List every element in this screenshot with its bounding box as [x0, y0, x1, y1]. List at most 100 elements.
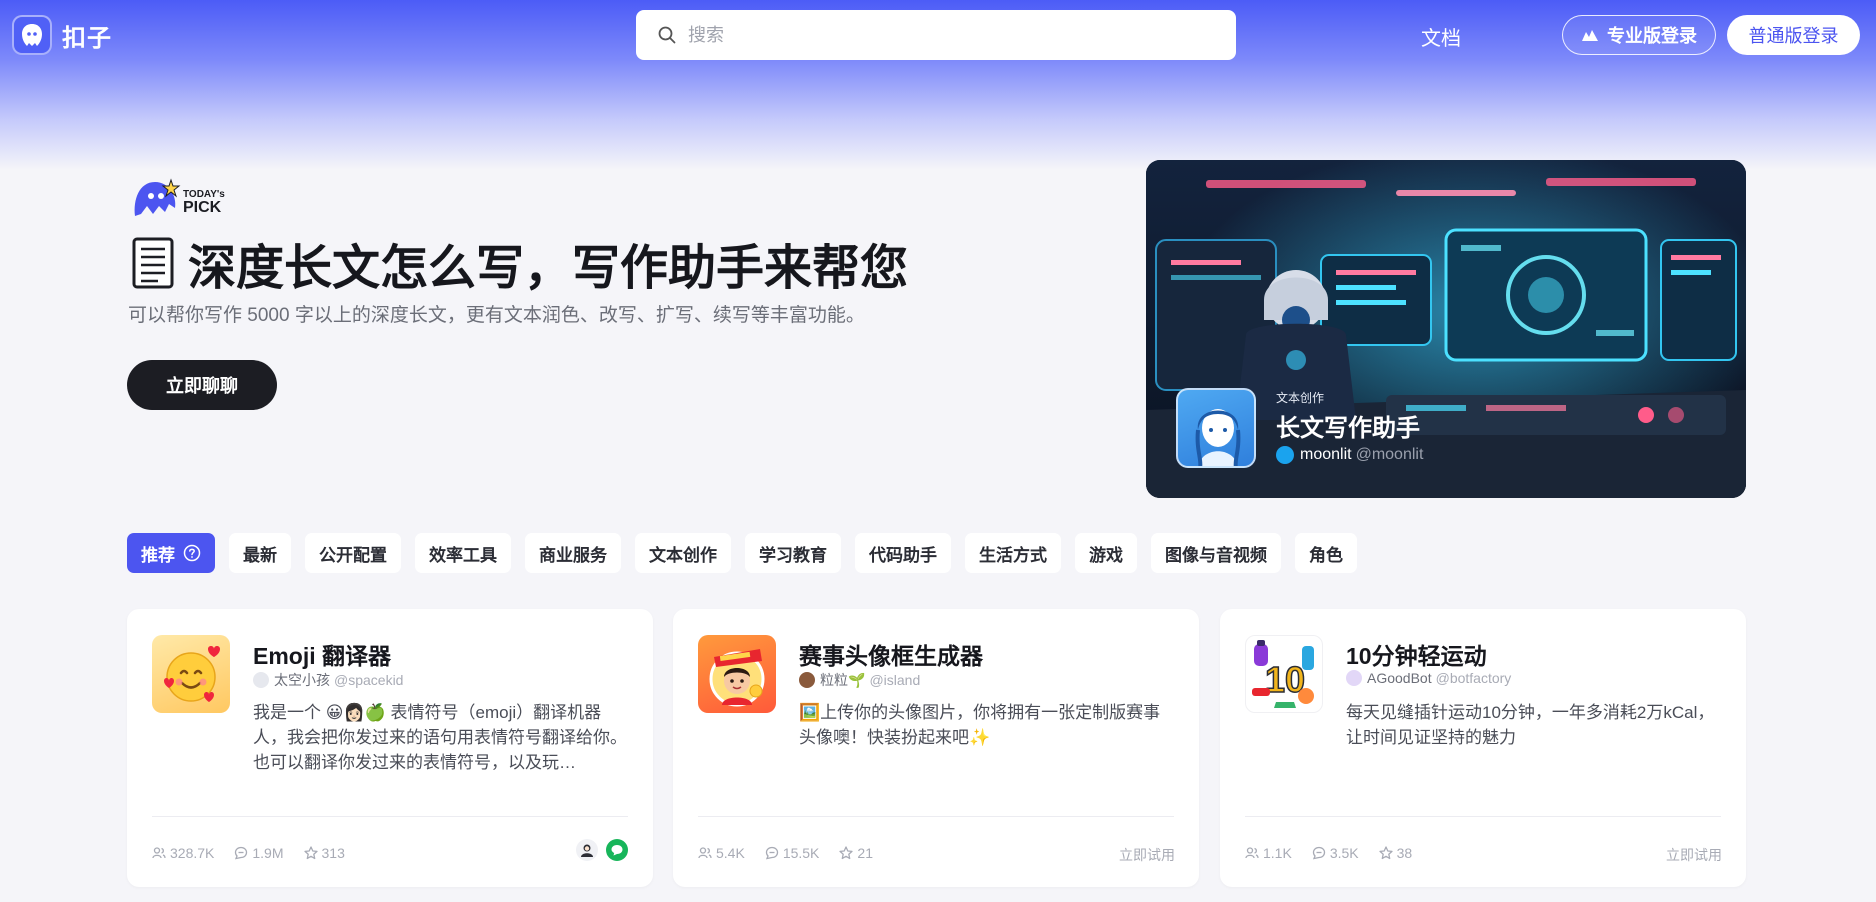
star-icon — [839, 846, 854, 860]
author-name: 太空小孩 — [274, 672, 330, 688]
bot-icon — [698, 635, 776, 713]
publish-platforms — [568, 839, 628, 861]
author-handle: @island — [869, 672, 921, 688]
bot-card-event-avatar-frame[interactable]: 赛事头像框生成器 粒粒🌱 @island 🖼️上传你的头像图片，你将拥有一张定制… — [673, 609, 1199, 887]
author-handle: @botfactory — [1435, 670, 1512, 686]
bot-stats: 1.1K 3.5K 38 — [1245, 845, 1432, 861]
search-bar[interactable] — [636, 10, 1236, 60]
help-circle-icon[interactable] — [183, 544, 201, 562]
doubao-platform-icon — [576, 839, 598, 861]
tab-recommended[interactable]: 推荐 — [127, 533, 215, 573]
bot-icon: 10 — [1245, 635, 1323, 713]
chats-stat: 1.9M — [234, 845, 284, 861]
chat-bubble-icon — [235, 846, 248, 860]
author-avatar — [1346, 670, 1362, 686]
hero-title-text: 深度长文怎么写，写作助手来帮您 — [188, 242, 909, 295]
document-icon — [132, 237, 174, 289]
tab-code[interactable]: 代码助手 — [855, 533, 951, 573]
bot-card-emoji-translator[interactable]: Emoji 翻译器 太空小孩 @spacekid 我是一个 😀👩🏻🍏 表情符号（… — [127, 609, 653, 887]
chats-stat: 3.5K — [1312, 845, 1359, 861]
tab-public-config[interactable]: 公开配置 — [305, 533, 401, 573]
mountain-chart-icon — [1582, 30, 1598, 41]
search-icon — [658, 26, 676, 44]
hero-subtitle: 可以帮你写作 5000 字以上的深度长文，更有文本润色、改写、扩写、续写等丰富功… — [128, 305, 865, 326]
bot-avatar — [1176, 388, 1256, 468]
chat-bubble-icon — [1312, 846, 1325, 860]
users-stat: 5.4K — [698, 845, 745, 861]
pick-big-text: PICK — [183, 199, 222, 216]
tab-latest[interactable]: 最新 — [229, 533, 291, 573]
bot-author: 粒粒🌱 @island — [799, 670, 920, 690]
bot-author: 太空小孩 @spacekid — [253, 670, 403, 690]
brand-name: 扣子 — [62, 24, 112, 52]
bot-card-10min-workout[interactable]: 10 10分钟轻运动 AGoodBot @botfactory 每天见缝插针运动… — [1220, 609, 1746, 887]
author-name: AGoodBot — [1367, 670, 1432, 686]
tab-image-av[interactable]: 图像与音视频 — [1151, 533, 1281, 573]
card-divider — [698, 816, 1174, 817]
chat-now-button[interactable]: 立即聊聊 — [127, 360, 277, 410]
bot-description: 🖼️上传你的头像图片，你将拥有一张定制版赛事头像噢！快装扮起来吧✨ — [799, 703, 1161, 747]
pick-label: TODAY's PICK — [183, 189, 225, 216]
author-avatar — [799, 672, 815, 688]
bot-description: 每天见缝插针运动10分钟，一年多消耗2万kCal，让时间见证坚持的魅力 — [1346, 703, 1715, 747]
wechat-platform-icon — [606, 839, 628, 861]
brand-logo[interactable]: 扣子 — [12, 15, 112, 55]
author-name: moonlit — [1300, 446, 1352, 463]
favorites-stat: 313 — [303, 845, 345, 861]
favorites-stat: 38 — [1378, 845, 1413, 861]
tab-productivity[interactable]: 效率工具 — [415, 533, 511, 573]
bot-title: Emoji 翻译器 — [253, 643, 392, 669]
chats-count: 1.9M — [252, 845, 284, 861]
star-icon — [1378, 846, 1393, 860]
tab-games[interactable]: 游戏 — [1075, 533, 1137, 573]
top-navigation-bar: 扣子 文档 专业版登录 普通版登录 — [0, 0, 1876, 72]
users-count: 1.1K — [1263, 845, 1292, 861]
users-count: 5.4K — [716, 845, 745, 861]
category-tabs: 推荐 最新 公开配置 效率工具 商业服务 文本创作 学习教育 代码助手 生活方式… — [127, 533, 1371, 573]
tab-education[interactable]: 学习教育 — [745, 533, 841, 573]
normal-login-button[interactable]: 普通版登录 — [1727, 15, 1860, 55]
bot-author: AGoodBot @botfactory — [1346, 670, 1511, 686]
chats-count: 3.5K — [1329, 845, 1359, 861]
favorites-count: 313 — [321, 845, 345, 861]
bot-category: 文本创作 — [1276, 391, 1325, 405]
tab-lifestyle[interactable]: 生活方式 — [965, 533, 1061, 573]
author-name: 粒粒🌱 — [820, 672, 866, 688]
users-count: 328.7K — [170, 845, 215, 861]
search-input[interactable] — [688, 24, 1208, 46]
card-divider — [1245, 816, 1721, 817]
tab-characters[interactable]: 角色 — [1295, 533, 1357, 573]
chats-stat: 15.5K — [765, 845, 819, 861]
bot-title: 10分钟轻运动 — [1346, 643, 1487, 669]
tab-writing[interactable]: 文本创作 — [635, 533, 731, 573]
author-avatar — [1276, 446, 1294, 464]
users-icon — [1245, 847, 1259, 859]
favorites-stat: 21 — [839, 845, 873, 861]
featured-bot-card[interactable]: 文本创作 长文写作助手 moonlit @moonlit — [1146, 160, 1746, 498]
author-handle: @spacekid — [334, 672, 404, 688]
users-stat: 328.7K — [152, 845, 214, 861]
favorites-count: 38 — [1396, 845, 1413, 861]
users-icon — [152, 847, 166, 859]
bot-name: 长文写作助手 — [1276, 415, 1420, 442]
hero-title: 深度长文怎么写，写作助手来帮您 — [130, 228, 908, 298]
bot-description: 我是一个 😀👩🏻🍏 表情符号（emoji）翻译机器人，我会把你发过来的语句用表情… — [253, 703, 627, 772]
bot-stats: 328.7K 1.9M 313 — [152, 845, 365, 861]
bot-stats: 5.4K 15.5K 21 — [698, 845, 893, 861]
bot-icon — [152, 635, 230, 713]
todays-pick-badge: TODAY's PICK — [131, 178, 225, 216]
docs-link[interactable]: 文档 — [1421, 22, 1461, 51]
users-stat: 1.1K — [1245, 845, 1292, 861]
tab-label: 推荐 — [141, 545, 175, 565]
favorites-count: 21 — [857, 845, 873, 861]
author-handle: @moonlit — [1355, 446, 1424, 463]
tab-business[interactable]: 商业服务 — [525, 533, 621, 573]
star-icon — [303, 846, 318, 860]
try-now-link[interactable]: 立即试用 — [1119, 845, 1175, 865]
mascot-pick-icon — [134, 178, 181, 216]
bot-author: moonlit @moonlit — [1276, 446, 1423, 464]
bot-title: 赛事头像框生成器 — [799, 643, 983, 669]
card-divider — [152, 816, 628, 817]
pro-login-button[interactable]: 专业版登录 — [1562, 15, 1716, 55]
try-now-link[interactable]: 立即试用 — [1666, 845, 1722, 865]
